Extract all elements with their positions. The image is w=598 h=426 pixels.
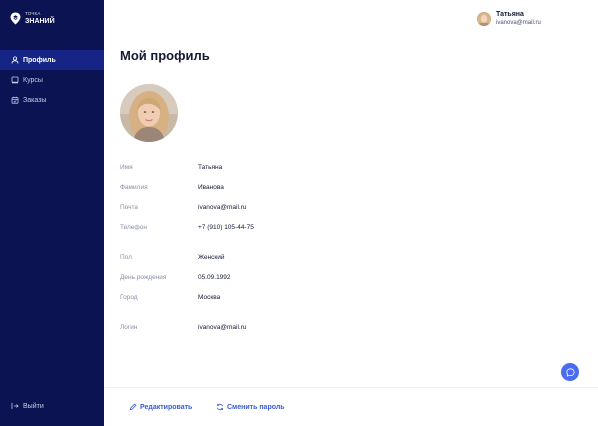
field-value: Женский xyxy=(198,254,225,261)
field-value: Москва xyxy=(198,294,221,301)
field-city: Город Москва xyxy=(120,293,220,303)
user-menu[interactable]: Татьяна ivanova@mail.ru xyxy=(477,10,541,27)
sidebar: ТОЧКА ЗНАНИЙ Профиль Курсы Заказы Выйти xyxy=(0,0,104,426)
field-value: +7 (910) 105-44-75 xyxy=(198,224,254,231)
calendar-icon xyxy=(11,96,19,104)
field-value: Иванова xyxy=(198,184,224,191)
field-label: Имя xyxy=(120,164,133,171)
field-login: Логин ivanova@mail.ru xyxy=(120,323,247,333)
brand-name-top: ТОЧКА xyxy=(25,11,41,17)
chat-icon xyxy=(565,367,575,377)
field-email: Почта ivanova@mail.ru xyxy=(120,203,247,213)
change-password-label: Сменить пароль xyxy=(227,403,285,411)
field-label: Телефон xyxy=(120,224,147,231)
field-value: Татьяна xyxy=(198,164,223,171)
sidebar-item-courses[interactable]: Курсы xyxy=(0,70,104,90)
sidebar-item-label: Курсы xyxy=(23,76,43,84)
book-icon xyxy=(11,76,19,84)
sidebar-item-orders[interactable]: Заказы xyxy=(0,90,104,110)
edit-label: Редактировать xyxy=(140,403,193,411)
field-first-name: Имя Татьяна xyxy=(120,163,222,173)
field-label: Почта xyxy=(120,204,139,211)
pencil-icon xyxy=(129,403,137,411)
refresh-icon xyxy=(216,403,224,411)
field-birthday: День рождения 05.09.1992 xyxy=(120,273,231,283)
field-label: Фамилия xyxy=(120,184,148,191)
profile-photo[interactable] xyxy=(120,84,178,142)
field-label: Пол xyxy=(120,254,132,261)
sidebar-item-label: Профиль xyxy=(23,56,56,64)
edit-button[interactable]: Редактировать xyxy=(129,402,192,412)
sidebar-nav: Профиль Курсы Заказы xyxy=(0,50,104,110)
avatar xyxy=(477,11,491,26)
sidebar-item-label: Заказы xyxy=(23,96,47,104)
brand-name-bottom: ЗНАНИЙ xyxy=(25,17,55,25)
change-password-button[interactable]: Сменить пароль xyxy=(216,402,285,412)
sidebar-item-profile[interactable]: Профиль xyxy=(0,50,104,70)
logout-label: Выйти xyxy=(23,402,44,410)
brand-logo[interactable]: ТОЧКА ЗНАНИЙ xyxy=(10,12,55,25)
user-name: Татьяна xyxy=(496,11,524,18)
field-label: День рождения xyxy=(120,274,167,281)
user-email: ivanova@mail.ru xyxy=(496,20,541,26)
footer-divider xyxy=(104,387,598,388)
chat-button[interactable] xyxy=(561,363,579,381)
page-title: Мой профиль xyxy=(120,48,210,63)
field-label: Логин xyxy=(120,324,138,331)
logout-button[interactable]: Выйти xyxy=(11,400,44,412)
field-value: ivanova@mail.ru xyxy=(198,324,247,331)
field-gender: Пол Женский xyxy=(120,253,224,263)
field-value: 05.09.1992 xyxy=(198,274,231,281)
logout-icon xyxy=(11,403,19,409)
field-value: ivanova@mail.ru xyxy=(198,204,247,211)
field-label: Город xyxy=(120,294,138,301)
user-icon xyxy=(11,56,19,64)
field-last-name: Фамилия Иванова xyxy=(120,183,224,193)
field-phone: Телефон +7 (910) 105-44-75 xyxy=(120,223,254,233)
location-pin-icon xyxy=(10,12,21,25)
